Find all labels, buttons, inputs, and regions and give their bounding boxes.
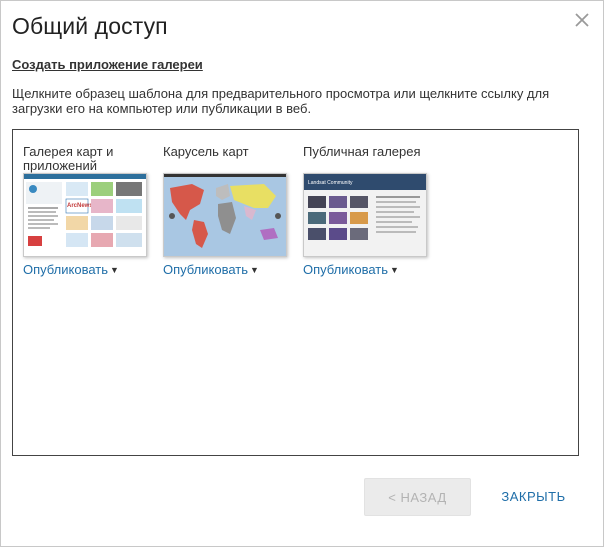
publish-link[interactable]: Опубликовать ▼ bbox=[303, 262, 433, 277]
back-button[interactable]: < НАЗАД bbox=[364, 478, 471, 516]
close-icon[interactable] bbox=[573, 11, 591, 29]
publish-link[interactable]: Опубликовать ▼ bbox=[163, 262, 293, 277]
publish-label: Опубликовать bbox=[163, 262, 249, 277]
template-item: Карусель карт Опубликовать ▼ bbox=[163, 145, 293, 277]
close-button[interactable]: ЗАКРЫТЬ bbox=[486, 478, 581, 514]
instructions-text: Щелкните образец шаблона для предварител… bbox=[12, 86, 550, 116]
public-gallery-thumbnail-image: Landsat Community bbox=[304, 174, 426, 256]
template-thumbnail[interactable]: Landsat Community bbox=[303, 173, 427, 257]
share-dialog: Общий доступ Создать приложение галереи … bbox=[0, 0, 604, 547]
chevron-down-icon: ▼ bbox=[110, 265, 119, 275]
template-thumbnail[interactable]: ArcNews bbox=[23, 173, 147, 257]
chevron-down-icon: ▼ bbox=[390, 265, 399, 275]
publish-label: Опубликовать bbox=[23, 262, 109, 277]
publish-link[interactable]: Опубликовать ▼ bbox=[23, 262, 153, 277]
template-item: Галерея карт и приложений ArcNews Опубли… bbox=[23, 145, 153, 277]
template-label: Публичная галерея bbox=[303, 144, 421, 159]
chevron-down-icon: ▼ bbox=[250, 265, 259, 275]
svg-text:ArcNews: ArcNews bbox=[67, 203, 93, 209]
publish-label: Опубликовать bbox=[303, 262, 389, 277]
template-item: Публичная галерея Landsat Community Опуб… bbox=[303, 145, 433, 277]
templates-panel: Галерея карт и приложений ArcNews Опубли… bbox=[12, 129, 579, 456]
world-map-thumbnail-image bbox=[164, 174, 286, 256]
gallery-thumbnail-image: ArcNews bbox=[24, 174, 146, 256]
svg-text:Landsat Community: Landsat Community bbox=[308, 180, 353, 186]
create-gallery-app-heading: Создать приложение галереи bbox=[12, 57, 203, 72]
template-label: Галерея карт и приложений bbox=[23, 144, 114, 173]
template-thumbnail[interactable] bbox=[163, 173, 287, 257]
template-label: Карусель карт bbox=[163, 144, 249, 159]
dialog-title: Общий доступ bbox=[12, 13, 168, 39]
